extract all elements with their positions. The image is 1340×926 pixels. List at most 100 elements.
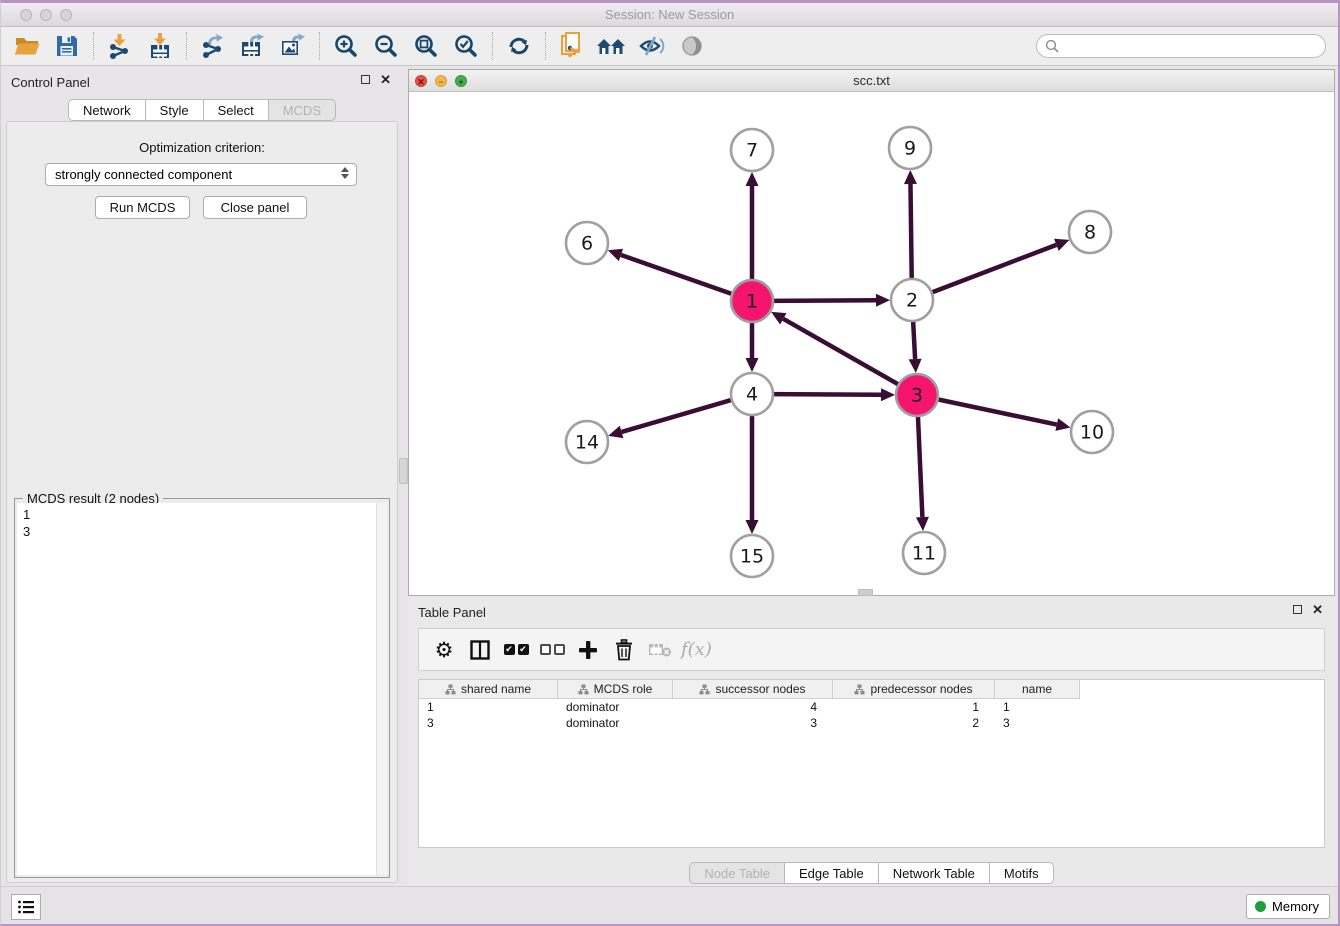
zoom-selected-icon[interactable] <box>449 31 483 61</box>
show-all-icon[interactable] <box>675 31 709 61</box>
edge-3-1[interactable] <box>783 319 899 385</box>
edge-arrowhead <box>746 172 759 186</box>
cell-successor-nodes[interactable]: 4 <box>673 699 833 715</box>
edge-1-2[interactable] <box>772 300 876 301</box>
show-panels-list-button[interactable] <box>11 894 41 920</box>
edge-arrowhead <box>1055 418 1070 431</box>
network-canvas[interactable]: 7 9 6 8 1 2 4 3 14 10 15 11 <box>409 92 1334 595</box>
run-mcds-button[interactable]: Run MCDS <box>95 196 190 219</box>
search-input[interactable] <box>1059 39 1325 54</box>
cell-predecessor-nodes[interactable]: 1 <box>833 699 995 715</box>
graph-node-9[interactable]: 9 <box>889 127 931 169</box>
graph-node-2[interactable]: 2 <box>891 279 933 321</box>
cell-name[interactable]: 3 <box>995 715 1080 731</box>
horizontal-splitter-handle[interactable] <box>858 589 873 596</box>
edge-4-3[interactable] <box>772 394 881 395</box>
zoom-in-icon[interactable] <box>329 31 363 61</box>
column-header-successor-nodes[interactable]: successor nodes <box>673 680 833 699</box>
edge-3-11[interactable] <box>918 415 923 517</box>
delete-column-trash-icon[interactable] <box>609 635 639 665</box>
float-table-panel-icon[interactable] <box>1293 605 1302 614</box>
list-icon <box>17 899 35 915</box>
search-box[interactable] <box>1036 34 1326 58</box>
control-panel-tabs: NetworkStyleSelectMCDS <box>1 99 403 121</box>
edge-arrowhead <box>746 358 759 372</box>
zoom-out-icon[interactable] <box>369 31 403 61</box>
graph-node-4[interactable]: 4 <box>731 373 773 415</box>
node-label: 2 <box>906 290 918 312</box>
table-settings-gear-icon[interactable]: ⚙ <box>429 635 459 665</box>
graph-node-7[interactable]: 7 <box>731 129 773 171</box>
optimization-criterion-label: Optimization criterion: <box>7 140 397 155</box>
edge-2-8[interactable] <box>931 245 1057 293</box>
import-network-icon[interactable] <box>103 31 137 61</box>
save-session-icon[interactable] <box>50 31 84 61</box>
open-session-icon[interactable] <box>10 31 44 61</box>
tab-network[interactable]: Network <box>68 99 146 121</box>
show-columns-icon[interactable] <box>465 635 495 665</box>
edge-3-10[interactable] <box>937 399 1057 424</box>
export-table-icon[interactable] <box>236 31 270 61</box>
graph-node-1[interactable]: 1 <box>731 280 773 322</box>
first-neighbors-icon[interactable] <box>595 31 629 61</box>
mcds-tab-content: Optimization criterion: strongly connect… <box>6 121 398 883</box>
graph-node-3[interactable]: 3 <box>896 374 938 416</box>
cell-shared-name[interactable]: 3 <box>419 715 558 731</box>
hide-selected-icon[interactable] <box>635 31 669 61</box>
cell-successor-nodes[interactable]: 3 <box>673 715 833 731</box>
node-label: 3 <box>911 385 923 407</box>
edge-2-9[interactable] <box>910 184 911 280</box>
graph-node-14[interactable]: 14 <box>566 421 608 463</box>
vertical-splitter-handle[interactable] <box>399 458 408 484</box>
memory-button[interactable]: Memory <box>1246 894 1330 919</box>
tab-style[interactable]: Style <box>146 99 204 121</box>
refresh-layout-icon[interactable] <box>502 31 536 61</box>
column-header-name[interactable]: name <box>995 680 1080 699</box>
edge-2-3[interactable] <box>913 320 915 359</box>
select-all-columns-icon[interactable]: ✔✔ <box>501 635 531 665</box>
column-header-MCDS-role[interactable]: MCDS role <box>558 680 673 699</box>
export-image-icon[interactable] <box>276 31 310 61</box>
cell-MCDS-role[interactable]: dominator <box>558 715 673 731</box>
graph-node-11[interactable]: 11 <box>903 532 945 574</box>
column-header-shared-name[interactable]: shared name <box>419 680 558 699</box>
search-icon <box>1045 39 1059 53</box>
node-label: 7 <box>746 140 758 162</box>
cell-MCDS-role[interactable]: dominator <box>558 699 673 715</box>
graph-node-15[interactable]: 15 <box>731 535 773 577</box>
graph-node-6[interactable]: 6 <box>566 222 608 264</box>
float-panel-icon[interactable] <box>361 75 370 84</box>
graph-node-10[interactable]: 10 <box>1071 411 1113 453</box>
create-column-plus-icon[interactable] <box>573 635 603 665</box>
close-table-panel-icon[interactable]: ✕ <box>1312 605 1323 614</box>
tab-network-table[interactable]: Network Table <box>879 862 990 884</box>
unselect-all-columns-icon[interactable] <box>537 635 567 665</box>
table-row[interactable]: 3dominator323 <box>419 715 1324 731</box>
close-panel-button[interactable]: Close panel <box>203 196 307 219</box>
tab-node-table[interactable]: Node Table <box>689 862 785 884</box>
mcds-result-text[interactable]: 1 3 <box>17 503 376 875</box>
edge-arrowhead <box>881 388 895 401</box>
tab-edge-table[interactable]: Edge Table <box>785 862 879 884</box>
close-panel-icon[interactable]: ✕ <box>380 75 391 84</box>
table-row[interactable]: 1dominator411 <box>419 699 1324 715</box>
mcds-result-group: MCDS result (2 nodes) 1 3 <box>14 498 390 878</box>
tab-select[interactable]: Select <box>204 99 269 121</box>
node-label: 11 <box>912 543 936 565</box>
cell-name[interactable]: 1 <box>995 699 1080 715</box>
result-scrollbar[interactable] <box>376 503 387 875</box>
optimization-criterion-dropdown[interactable]: strongly connected component <box>45 163 357 186</box>
column-header-predecessor-nodes[interactable]: predecessor nodes <box>833 680 995 699</box>
cell-predecessor-nodes[interactable]: 2 <box>833 715 995 731</box>
edge-4-14[interactable] <box>622 400 733 432</box>
zoom-fit-icon[interactable] <box>409 31 443 61</box>
tab-motifs[interactable]: Motifs <box>990 862 1054 884</box>
export-network-icon[interactable] <box>196 31 230 61</box>
edge-1-6[interactable] <box>621 255 733 294</box>
graph-node-8[interactable]: 8 <box>1069 211 1111 253</box>
new-network-from-selection-icon[interactable] <box>555 31 589 61</box>
dropdown-value: strongly connected component <box>55 167 232 182</box>
import-table-icon[interactable] <box>143 31 177 61</box>
cell-shared-name[interactable]: 1 <box>419 699 558 715</box>
tab-mcds[interactable]: MCDS <box>269 99 336 121</box>
